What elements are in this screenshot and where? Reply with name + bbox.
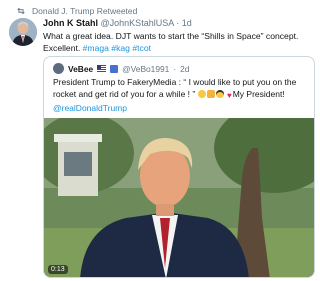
retweet-icon [17,7,25,15]
tweet-header: John K Stahl @JohnKStahlUSA · 1d [43,17,314,29]
video-timestamp: 0:13 [48,265,68,274]
thumbs-up-icon [206,90,215,98]
tweet-age[interactable]: 1d [182,18,192,28]
tweet-text: What a great idea. DJT wants to start th… [43,30,314,54]
quoted-user-handle[interactable]: @VeBo1991 [122,64,169,74]
separator: · [176,18,180,28]
quoted-tweet-age[interactable]: 2d [180,64,189,74]
separator: · [173,63,177,74]
quoted-text-end: My President! [232,89,285,99]
quoted-tweet[interactable]: VeBee @VeBo1991 · 2d President Trump to … [43,56,315,278]
quoted-tweet-text: President Trump to FakeryMedia : “ I wou… [53,76,306,114]
hashtag-link[interactable]: #tcot [132,43,151,53]
video-player[interactable]: 0:13 [44,118,314,277]
user-handle[interactable]: @JohnKStahlUSA [101,18,174,28]
tweet-text-body: What a great idea. DJT wants to start th… [43,31,299,53]
retweet-label: Donald J. Trump Retweeted [32,6,138,16]
quoted-avatar[interactable] [53,63,64,74]
tweet[interactable]: John K Stahl @JohnKStahlUSA · 1d What a … [43,17,314,54]
video-frame [44,118,314,277]
quoted-tweet-header: VeBee @VeBo1991 · 2d [53,63,308,74]
hashtag-link[interactable]: #maga [83,43,109,53]
heart-icon: ♥ [226,91,232,100]
mention-link[interactable]: @realDonaldTrump [53,103,127,113]
avatar[interactable] [9,18,37,46]
winking-face-icon [197,90,206,98]
quoted-display-name[interactable]: VeBee [68,64,93,74]
retweet-indicator: Donald J. Trump Retweeted [16,4,137,18]
display-name[interactable]: John K Stahl [43,18,98,28]
sunglasses-face-icon [215,90,224,98]
us-flag-icon [97,65,107,72]
badge-icon [110,64,119,73]
hashtag-link[interactable]: #kag [111,43,130,53]
